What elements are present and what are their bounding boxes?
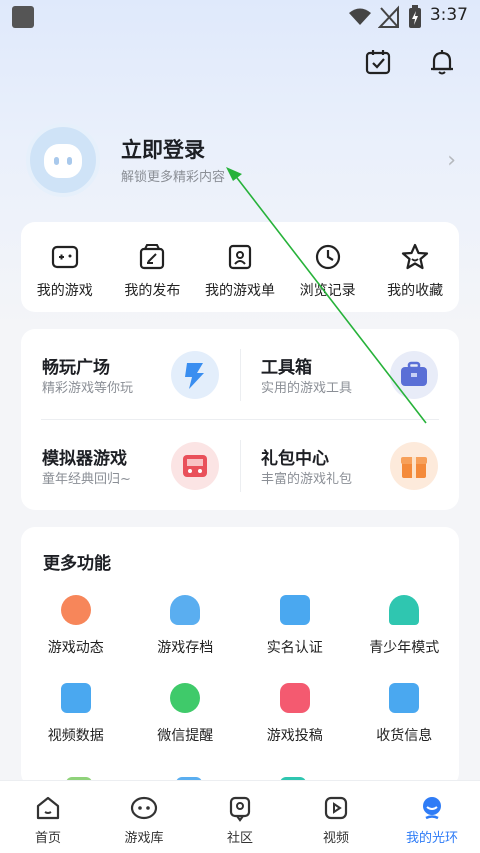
video-stats-icon <box>60 683 91 713</box>
quick-actions-card: 我的游戏 我的发布 我的游戏单 浏览记录 我的收藏 <box>21 222 459 312</box>
chevron-right-icon[interactable]: › <box>447 148 456 173</box>
no-signal-icon <box>378 5 399 28</box>
features-card: 畅玩广场 精彩游戏等你玩 工具箱 实用的游戏工具 模拟器游戏 童年经典回归~ 礼… <box>21 329 459 510</box>
login-profile-row[interactable]: 立即登录 解锁更多精彩内容 › <box>26 120 456 198</box>
status-bar: 3:37 <box>0 0 480 34</box>
wechat-bubble-icon <box>170 683 201 713</box>
quick-action-my-posts[interactable]: 我的发布 <box>109 222 197 312</box>
more-item-label: 青少年模式 <box>369 640 440 656</box>
quick-action-my-games[interactable]: 我的游戏 <box>21 222 109 312</box>
toolbox-icon <box>390 351 438 399</box>
feature-title: 畅玩广场 <box>42 358 110 378</box>
quick-action-label: 我的收藏 <box>387 283 444 299</box>
profile-icon <box>423 797 441 820</box>
quick-action-label: 我的发布 <box>124 283 181 299</box>
feature-title: 工具箱 <box>261 358 312 378</box>
emulator-icon <box>171 442 219 490</box>
feature-desc: 实用的游戏工具 <box>261 381 353 396</box>
battery-charging-icon <box>409 5 421 28</box>
more-functions-grid: 游戏动态 游戏存档 实名认证 青少年模式 视频数据 微信提醒 游戏投稿 收货信息 <box>21 595 459 745</box>
more-item-delivery-info[interactable]: 收货信息 <box>350 683 460 745</box>
quick-action-label: 浏览记录 <box>299 283 356 299</box>
nav-label: 视频 <box>322 831 349 846</box>
more-item-label: 视频数据 <box>47 728 104 744</box>
bell-icon[interactable] <box>428 48 456 76</box>
game-submit-icon <box>279 683 310 713</box>
quick-action-history[interactable]: 浏览记录 <box>284 222 372 312</box>
nav-home[interactable]: 首页 <box>0 781 96 853</box>
gift-icon <box>390 442 438 490</box>
more-item-game-submit[interactable]: 游戏投稿 <box>240 683 350 745</box>
login-subtitle: 解锁更多精彩内容 <box>121 170 226 185</box>
more-item-wechat-reminder[interactable]: 微信提醒 <box>131 683 241 745</box>
gamepad-icon <box>51 245 78 269</box>
umbrella-icon <box>389 595 420 625</box>
nav-my-halo[interactable]: 我的光环 <box>384 781 480 853</box>
more-item-video-data[interactable]: 视频数据 <box>21 683 131 745</box>
feature-desc: 丰富的游戏礼包 <box>261 472 353 487</box>
more-functions-card: 更多功能 游戏动态 游戏存档 实名认证 青少年模式 视频数据 微信提醒 游戏投稿 <box>21 527 459 787</box>
feature-toolbox[interactable]: 工具箱 实用的游戏工具 <box>240 329 459 419</box>
nav-community[interactable]: 社区 <box>192 781 288 853</box>
quick-action-my-game-list[interactable]: 我的游戏单 <box>196 222 284 312</box>
lightning-icon <box>171 351 219 399</box>
feature-title: 礼包中心 <box>261 449 329 469</box>
status-time: 3:37 <box>429 5 468 25</box>
nav-game-library[interactable]: 游戏库 <box>96 781 192 853</box>
feature-gift-center[interactable]: 礼包中心 丰富的游戏礼包 <box>240 420 459 510</box>
community-icon <box>229 796 251 822</box>
more-item-game-news[interactable]: 游戏动态 <box>21 595 131 657</box>
nav-video[interactable]: 视频 <box>288 781 384 853</box>
game-list-icon <box>228 244 252 270</box>
more-item-label: 游戏动态 <box>47 640 104 656</box>
nav-label: 游戏库 <box>124 831 164 846</box>
id-card-icon <box>279 595 310 625</box>
header-actions <box>364 48 456 76</box>
home-icon <box>36 796 60 820</box>
nav-label: 我的光环 <box>405 831 458 846</box>
star-icon <box>402 243 429 270</box>
delivery-box-icon <box>389 683 420 713</box>
more-item-label: 微信提醒 <box>157 728 214 744</box>
notification-icon <box>12 6 34 28</box>
edit-box-icon <box>140 244 165 270</box>
login-title[interactable]: 立即登录 <box>121 134 205 164</box>
nav-label: 首页 <box>34 831 61 846</box>
more-item-teen-mode[interactable]: 青少年模式 <box>350 595 460 657</box>
feature-desc: 精彩游戏等你玩 <box>42 381 134 396</box>
feature-play-plaza[interactable]: 畅玩广场 精彩游戏等你玩 <box>21 329 240 419</box>
avatar[interactable] <box>26 123 100 197</box>
nav-label: 社区 <box>226 831 253 846</box>
feature-desc: 童年经典回归~ <box>42 472 131 487</box>
check-in-calendar-icon[interactable] <box>364 48 392 76</box>
feature-title: 模拟器游戏 <box>42 449 127 469</box>
more-item-label: 实名认证 <box>266 640 323 656</box>
quick-action-label: 我的游戏单 <box>204 283 275 299</box>
video-play-icon <box>324 796 348 820</box>
feature-emulator-games[interactable]: 模拟器游戏 童年经典回归~ <box>21 420 240 510</box>
more-item-label: 收货信息 <box>376 728 433 744</box>
cloud-upload-icon <box>170 595 201 625</box>
game-news-icon <box>60 595 91 625</box>
more-item-label: 游戏投稿 <box>266 728 323 744</box>
clock-icon <box>315 244 340 270</box>
more-item-game-saves[interactable]: 游戏存档 <box>131 595 241 657</box>
more-item-label: 游戏存档 <box>157 640 214 656</box>
quick-action-label: 我的游戏 <box>36 283 93 299</box>
game-library-icon <box>130 796 158 820</box>
more-functions-title: 更多功能 <box>43 554 111 574</box>
wifi-icon <box>349 8 371 25</box>
avatar-face-icon <box>44 144 82 178</box>
more-item-real-name[interactable]: 实名认证 <box>240 595 350 657</box>
bottom-nav: 首页 游戏库 社区 视频 我的光环 <box>0 780 480 853</box>
quick-action-favorites[interactable]: 我的收藏 <box>371 222 459 312</box>
